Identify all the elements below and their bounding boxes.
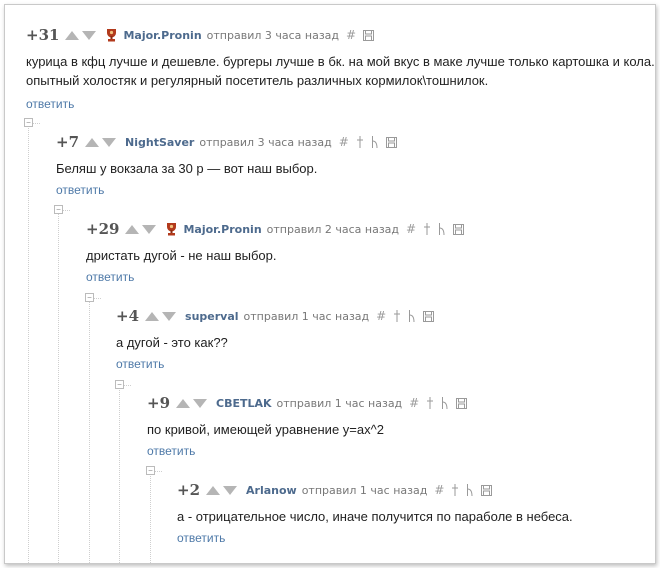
comment-author[interactable]: Major.Pronin (123, 29, 201, 42)
comment-text-line: опытный холостяк и регулярный посетитель… (26, 73, 489, 88)
reply-link[interactable]: ответить (177, 531, 225, 545)
reply-link[interactable]: ответить (56, 183, 104, 197)
comment-text-line: Беляш у вокзала за 30 р — вот наш выбор. (56, 161, 318, 176)
thread-line (150, 471, 151, 563)
thread-link-icon[interactable] (371, 136, 379, 148)
comment-timestamp: отправил 3 часа назад (206, 28, 340, 42)
reply-link[interactable]: ответить (116, 357, 164, 371)
comment-rating: +2 (177, 481, 201, 499)
thread-line (28, 123, 29, 563)
parent-link-icon[interactable] (356, 136, 364, 148)
save-icon[interactable] (363, 29, 375, 41)
comment-text-line: а дугой - это как?? (116, 335, 228, 350)
upvote-icon[interactable] (85, 137, 100, 147)
downvote-icon[interactable] (142, 224, 157, 234)
save-icon[interactable] (481, 484, 493, 496)
downvote-icon[interactable] (82, 30, 97, 40)
comment-rating: +29 (86, 220, 120, 238)
thread-link-icon[interactable] (466, 484, 474, 496)
thread-line (89, 298, 90, 563)
parent-link-icon[interactable] (426, 397, 434, 409)
comment-rating: +9 (147, 394, 171, 412)
collapse-toggle[interactable]: − (146, 466, 155, 475)
collapse-toggle[interactable]: − (85, 293, 94, 302)
hash-link-icon[interactable]: # (376, 309, 386, 323)
comment-text: Беляш у вокзала за 30 р — вот наш выбор. (56, 159, 317, 178)
comment-author[interactable]: NightSaver (125, 136, 194, 149)
reply-link[interactable]: ответить (86, 270, 134, 284)
comment-text: курица в кфц лучше и дешевле. бургеры лу… (26, 52, 655, 90)
parent-link-icon[interactable] (451, 484, 459, 496)
reply-link[interactable]: ответить (147, 444, 195, 458)
save-icon[interactable] (423, 310, 435, 322)
comment-header: +31 Major.Pronin отправил 3 часа назад # (26, 26, 381, 44)
comment-rating: +4 (116, 307, 140, 325)
comment-timestamp: отправил 1 час назад (243, 309, 370, 323)
comment-text-line: дристать дугой - не наш выбор. (86, 248, 277, 263)
comment-text-line: а - отрицательное число, иначе получится… (177, 509, 573, 524)
comment-timestamp: отправил 1 час назад (276, 396, 403, 410)
downvote-icon[interactable] (223, 485, 238, 495)
comment-header: +29 Major.Pronin отправил 2 часа назад # (86, 220, 471, 238)
save-icon[interactable] (453, 223, 465, 235)
trophy-avatar-icon (167, 223, 177, 236)
comment-timestamp: отправил 1 час назад (301, 483, 428, 497)
comment-author[interactable]: superval (185, 310, 239, 323)
comment-header: +9 CBETLAK отправил 1 час назад # (147, 394, 474, 412)
comment-timestamp: отправил 3 часа назад (199, 135, 332, 149)
parent-link-icon[interactable] (423, 223, 431, 235)
collapse-toggle[interactable]: − (24, 118, 33, 127)
comment-rating: +31 (26, 26, 60, 44)
upvote-icon[interactable] (65, 30, 80, 40)
thread-line (119, 385, 120, 563)
comments-thread: − − − − − +31 Major.Pronin отправил 3 ча… (4, 4, 656, 564)
comment-author[interactable]: Major.Pronin (183, 223, 261, 236)
reply-link[interactable]: ответить (26, 97, 74, 111)
comment-text: по кривой, имеющей уравнение у=ах^2 (147, 420, 384, 439)
hash-link-icon[interactable]: # (409, 396, 419, 410)
comment-timestamp: отправил 2 часа назад (266, 222, 400, 236)
collapse-toggle[interactable]: − (54, 205, 63, 214)
downvote-icon[interactable] (193, 398, 208, 408)
upvote-icon[interactable] (176, 398, 191, 408)
downvote-icon[interactable] (102, 137, 117, 147)
save-icon[interactable] (385, 136, 397, 148)
thread-line (58, 210, 59, 563)
upvote-icon[interactable] (125, 224, 140, 234)
comment-text-line: курица в кфц лучше и дешевле. бургеры лу… (26, 54, 655, 69)
comment-text-line: по кривой, имеющей уравнение у=ах^2 (147, 422, 384, 437)
thread-link-icon[interactable] (438, 223, 446, 235)
comment-text: а - отрицательное число, иначе получится… (177, 507, 573, 526)
comment-text: а дугой - это как?? (116, 333, 228, 352)
upvote-icon[interactable] (206, 485, 221, 495)
upvote-icon[interactable] (145, 311, 160, 321)
thread-link-icon[interactable] (408, 310, 416, 322)
hash-link-icon[interactable]: # (406, 222, 416, 236)
comment-author[interactable]: CBETLAK (216, 397, 272, 410)
hash-link-icon[interactable]: # (434, 483, 444, 497)
comment-header: +4 superval отправил 1 час назад # (116, 307, 441, 325)
collapse-toggle[interactable]: − (115, 380, 124, 389)
comment-rating: +7 (56, 133, 80, 151)
save-icon[interactable] (456, 397, 468, 409)
parent-link-icon[interactable] (393, 310, 401, 322)
downvote-icon[interactable] (162, 311, 177, 321)
hash-link-icon[interactable]: # (346, 28, 356, 42)
hash-link-icon[interactable]: # (339, 135, 349, 149)
comment-text: дристать дугой - не наш выбор. (86, 246, 277, 265)
comment-header: +2 Arlanow отправил 1 час назад # (177, 481, 499, 499)
trophy-avatar-icon (107, 29, 117, 42)
comment-author[interactable]: Arlanow (246, 484, 297, 497)
comment-header: +7 NightSaver отправил 3 часа назад # (56, 133, 404, 151)
thread-link-icon[interactable] (441, 397, 449, 409)
